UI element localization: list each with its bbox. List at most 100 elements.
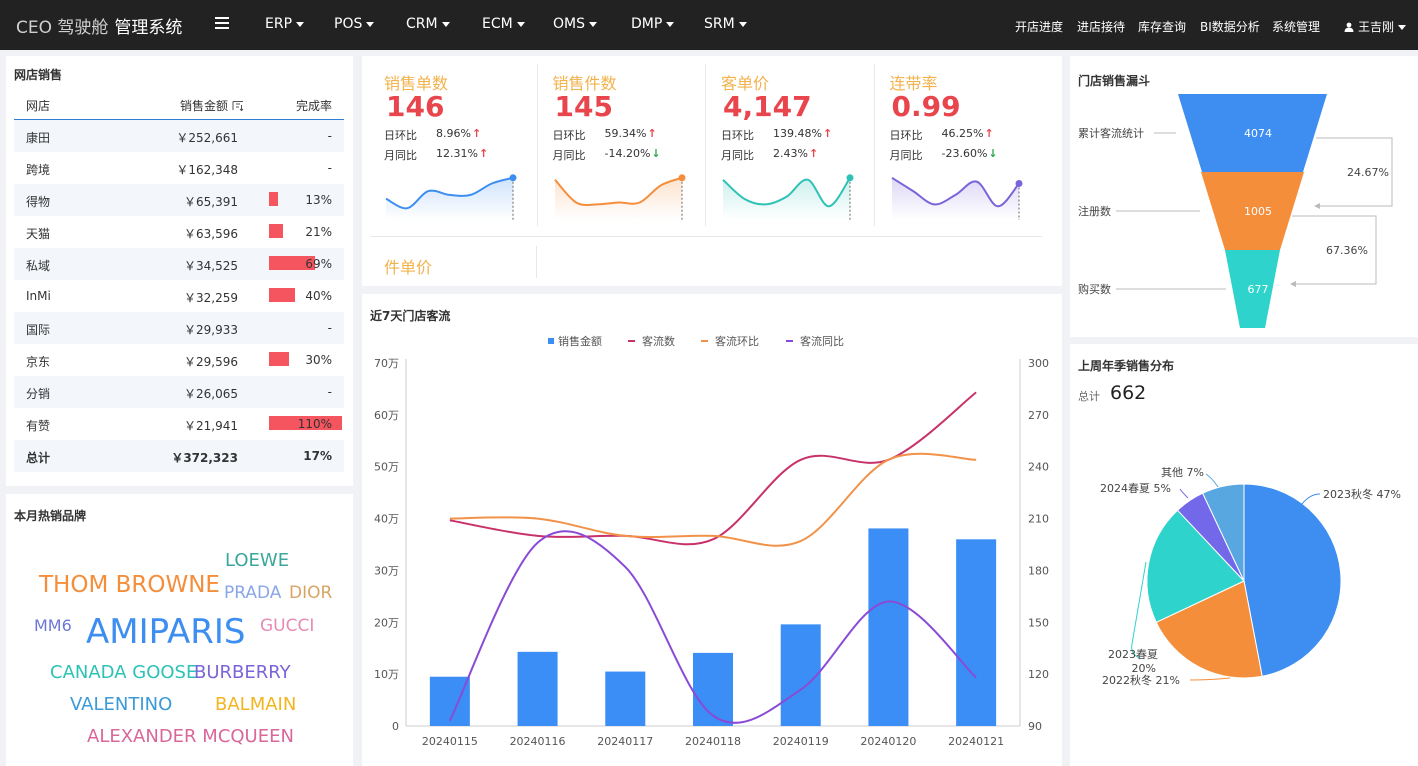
brand-word[interactable]: BALMAIN	[215, 694, 296, 715]
pie-label: 20%	[1132, 662, 1156, 675]
nav-oms[interactable]: OMS	[553, 16, 597, 32]
kpi-mom-label: 月同比	[721, 149, 754, 162]
pie-label-line	[1189, 677, 1231, 681]
brand-word[interactable]: ALEXANDER MCQUEEN	[87, 726, 294, 747]
nav-dmp[interactable]: DMP	[631, 16, 675, 32]
legend-label[interactable]: 客流环比	[715, 334, 759, 348]
brand-suffix: 管理系统	[114, 18, 183, 38]
arrow-left-icon	[1314, 203, 1320, 209]
brand-word[interactable]: CANADA GOOSE	[50, 662, 197, 683]
total-rate: 17%	[303, 449, 332, 463]
x-tick-label: 20240119	[773, 735, 829, 748]
store-traffic-chart: 销售金额 客流数 客流环比 客流同比 0 10万 20万 30万 40万 50万 60万 70万 90 1…	[374, 334, 1049, 748]
nav-srm-label: SRM	[704, 16, 735, 32]
kpi-mom: 月同比 12.31%↑	[384, 147, 488, 163]
kpi-divider	[370, 236, 1042, 237]
user-menu[interactable]: 王吉刚	[1344, 18, 1407, 35]
kpi-value: 145	[554, 90, 613, 123]
x-tick-label: 20240116	[510, 735, 566, 748]
kpi-dod-value: 8.96%↑	[436, 127, 481, 140]
sparkline-area	[386, 177, 513, 220]
brand-word[interactable]: DIOR	[289, 583, 332, 603]
kpi-divider	[536, 64, 538, 226]
column-header-rate: 完成率	[295, 99, 332, 113]
chevron-down-icon	[441, 21, 450, 27]
kpi-sparkline	[722, 174, 854, 220]
nav-crm-label: CRM	[406, 16, 438, 32]
kpi-dod-label: 日环比	[721, 129, 754, 142]
store-amount: ￥162,348	[176, 163, 238, 177]
legend-label[interactable]: 销售金额	[558, 334, 602, 348]
kpi-mom-label: 月同比	[552, 149, 586, 162]
kpi-mom: 月同比 2.43%↑	[721, 147, 818, 163]
bar	[605, 671, 646, 726]
y-tick-label-right: 120	[1028, 668, 1049, 681]
brand-word[interactable]: AMIPARIS	[86, 612, 245, 652]
funnel-stage-value: 4074	[1244, 127, 1272, 140]
brand-word[interactable]: BURBERRY	[194, 662, 291, 683]
nav-crm[interactable]: CRM	[406, 16, 450, 32]
legend-label[interactable]: 客流同比	[800, 334, 844, 348]
store-amount: ￥65,391	[184, 195, 238, 209]
brand-word[interactable]: LOEWE	[225, 550, 289, 571]
brand-prefix: CEO 驾驶舱	[16, 18, 109, 38]
kpi-dod-number: 59.34%	[604, 127, 647, 140]
table-row[interactable]: 国际 ￥29,933 -	[14, 312, 344, 344]
nav-link-bi[interactable]: BI数据分析	[1200, 18, 1260, 35]
nav-pos[interactable]: POS	[334, 16, 375, 32]
nav-ecm[interactable]: ECM	[482, 16, 525, 32]
nav-srm[interactable]: SRM	[704, 16, 747, 32]
table-row[interactable]: 分销 ￥26,065 -	[14, 376, 344, 408]
sort-icon[interactable]	[232, 100, 244, 112]
kpi-mom-label: 月同比	[384, 149, 417, 162]
store-name: 国际	[26, 323, 51, 337]
nav-erp[interactable]: ERP	[265, 16, 305, 32]
table-row[interactable]: InMi ￥32,259 40%	[14, 280, 344, 312]
table-total-row: 总计 ￥372,323 17%	[14, 440, 344, 472]
kpi-unit-price-label: 件单价	[384, 258, 433, 277]
store-sales-table: 网店 销售金额 完成率 康田 ￥252,661 - 跨境 ￥162,348 - 得物 ￥65,…	[14, 90, 344, 472]
chevron-down-icon	[738, 21, 747, 27]
brand-word[interactable]: PRADA	[224, 583, 281, 603]
table-row[interactable]: 京东 ￥29,596 30%	[14, 344, 344, 376]
table-row[interactable]: 得物 ￥65,391 13%	[14, 184, 344, 216]
kpi-card: 客单价 4,147 日环比 139.48%↑ 月同比 2.43%↑	[699, 56, 867, 236]
nav-link-inventory[interactable]: 库存查询	[1138, 18, 1186, 35]
store-rate: 40%	[305, 289, 332, 303]
column-header-amount[interactable]: 销售金额	[180, 97, 244, 114]
store-amount: ￥32,259	[184, 291, 238, 305]
kpi-dod-number: 46.25%	[941, 127, 984, 140]
y-tick-label-right: 90	[1028, 720, 1042, 733]
y-tick-label-left: 10万	[374, 668, 399, 681]
table-row[interactable]: 康田 ￥252,661 -	[14, 120, 344, 152]
flow-line	[449, 391, 977, 546]
bar	[517, 651, 558, 726]
nav-link-reception[interactable]: 进店接待	[1077, 18, 1125, 35]
hamburger-menu-icon[interactable]	[215, 16, 231, 30]
table-row[interactable]: 跨境 ￥162,348 -	[14, 152, 344, 184]
table-row[interactable]: 私域 ￥34,525 69%	[14, 248, 344, 280]
completion-bar	[269, 224, 283, 238]
arrow-left-icon	[1290, 281, 1296, 287]
nav-link-store-progress[interactable]: 开店进度	[1015, 18, 1063, 35]
store-rate: -	[327, 161, 332, 175]
y-tick-label-left: 30万	[374, 564, 399, 577]
table-row[interactable]: 天猫 ￥63,596 21%	[14, 216, 344, 248]
kpi-dod-label: 日环比	[384, 129, 417, 142]
nav-link-system[interactable]: 系统管理	[1272, 18, 1320, 35]
store-amount: ￥63,596	[184, 227, 238, 241]
brand-word[interactable]: VALENTINO	[70, 694, 172, 715]
nav-ecm-label: ECM	[482, 16, 513, 32]
chevron-down-icon	[589, 21, 597, 27]
kpi-sparkline	[890, 176, 1022, 220]
pie-label: 2022秋冬 21%	[1102, 673, 1180, 687]
y-tick-label-left: 50万	[374, 461, 399, 474]
table-row[interactable]: 有赞 ￥21,941 110%	[14, 408, 344, 440]
legend-label[interactable]: 客流数	[642, 334, 675, 348]
user-icon	[1344, 22, 1354, 32]
brand-word[interactable]: GUCCI	[260, 616, 314, 636]
funnel-stage-label: 注册数	[1078, 204, 1111, 218]
store-rate: 110%	[297, 417, 332, 431]
brand-word[interactable]: MM6	[34, 616, 72, 635]
brand-word[interactable]: THOM BROWNE	[39, 572, 220, 598]
